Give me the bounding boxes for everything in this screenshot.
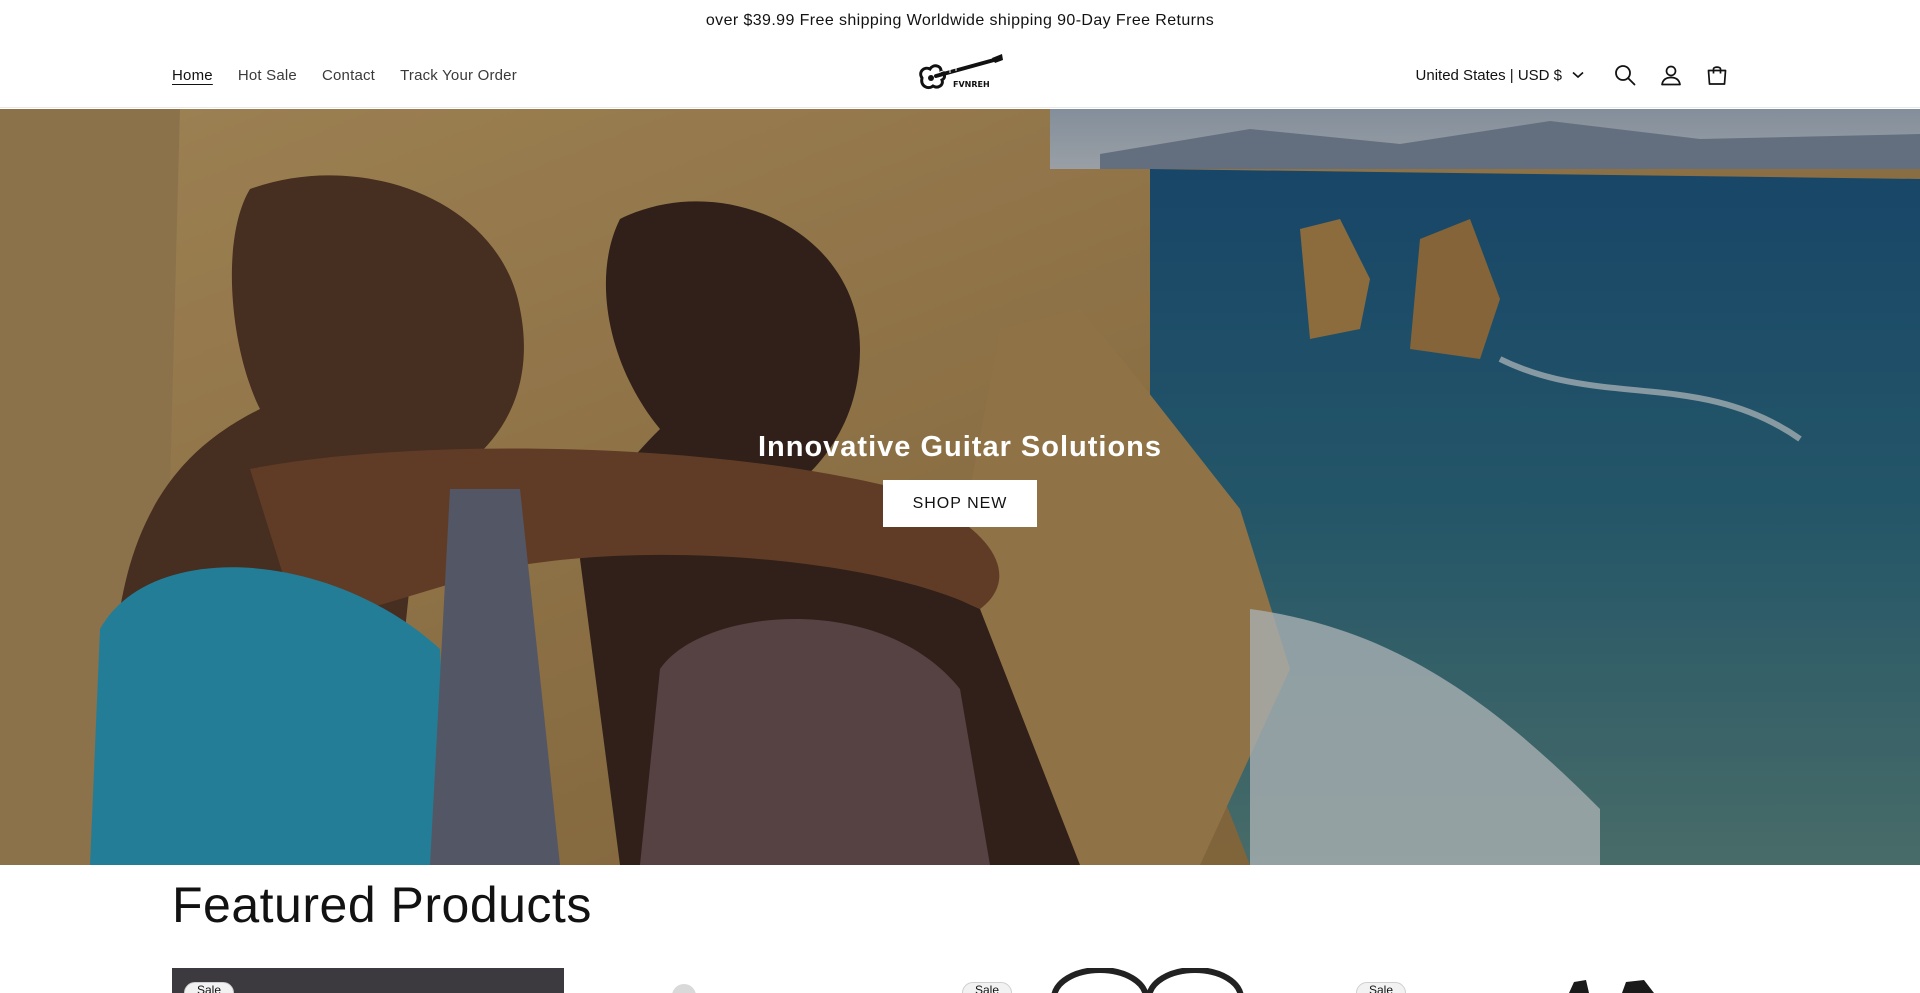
nav-item-contact[interactable]: Contact bbox=[322, 67, 375, 84]
main-nav: Home Hot Sale Contact Track Your Order bbox=[172, 42, 517, 108]
sale-badge: Sale bbox=[1356, 982, 1407, 993]
country-selector[interactable]: United States | USD $ bbox=[1416, 67, 1584, 84]
logo-text: FVNREH bbox=[953, 80, 990, 89]
nav-item-track-order[interactable]: Track Your Order bbox=[400, 67, 517, 84]
sale-badge: Sale bbox=[184, 982, 235, 993]
site-header: Home Hot Sale Contact Track Your Order F… bbox=[0, 42, 1920, 108]
header-utilities: United States | USD $ bbox=[1416, 42, 1740, 108]
chevron-down-icon bbox=[1572, 71, 1584, 79]
search-icon bbox=[1615, 65, 1636, 86]
cart-icon bbox=[1707, 66, 1727, 85]
account-icon bbox=[1661, 65, 1681, 86]
product-image bbox=[672, 984, 696, 993]
announcement-bar: over $39.99 Free shipping Worldwide ship… bbox=[0, 0, 1920, 42]
shop-new-button[interactable]: SHOP NEW bbox=[883, 480, 1037, 527]
product-card[interactable]: Sale bbox=[960, 968, 1352, 993]
hero-content: Innovative Guitar Solutions SHOP NEW bbox=[0, 431, 1920, 527]
nav-item-home[interactable]: Home bbox=[172, 67, 213, 84]
search-button[interactable] bbox=[1602, 52, 1648, 98]
guitar-logo-icon: FVNREH bbox=[919, 54, 1003, 90]
product-image bbox=[1569, 980, 1654, 993]
hero-title: Innovative Guitar Solutions bbox=[757, 431, 1163, 463]
country-selector-label: United States | USD $ bbox=[1415, 66, 1562, 84]
site-logo[interactable]: FVNREH bbox=[916, 52, 1006, 96]
announcement-text: over $39.99 Free shipping Worldwide ship… bbox=[705, 12, 1215, 29]
hero-banner: Innovative Guitar Solutions SHOP NEW bbox=[0, 109, 1920, 865]
featured-products-title: Featured Products bbox=[172, 877, 592, 933]
sale-badge: Sale bbox=[962, 982, 1013, 993]
product-card[interactable]: Sale bbox=[172, 968, 564, 993]
product-grid: Sale Sale Sale bbox=[172, 968, 1748, 993]
product-image bbox=[1051, 968, 1244, 993]
product-card[interactable]: Sale bbox=[1354, 968, 1746, 993]
cart-button[interactable] bbox=[1694, 52, 1740, 98]
nav-item-hot-sale[interactable]: Hot Sale bbox=[238, 67, 297, 84]
product-card[interactable] bbox=[566, 968, 958, 993]
account-button[interactable] bbox=[1648, 52, 1694, 98]
